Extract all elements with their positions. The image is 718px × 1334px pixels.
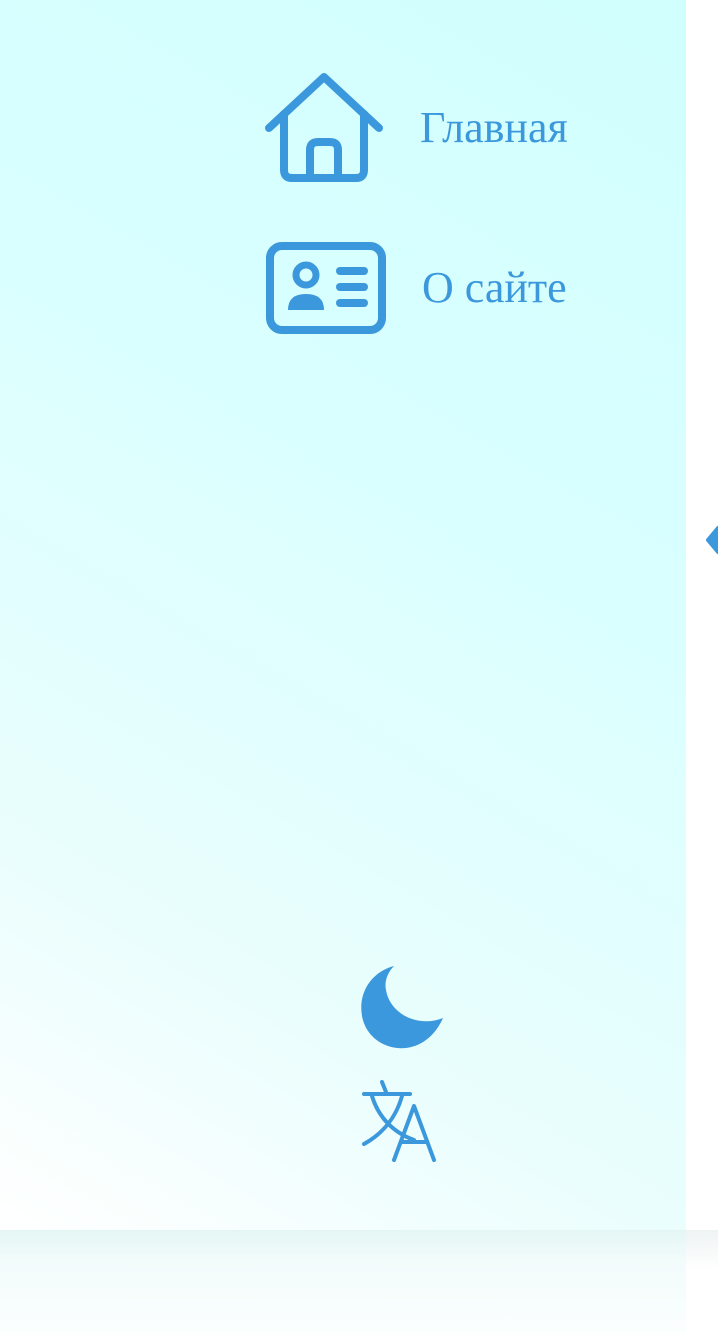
home-icon xyxy=(262,70,386,186)
sidebar-item-about[interactable]: О сайте xyxy=(264,240,584,336)
sidebar-item-label: Главная xyxy=(420,103,568,152)
moon-icon xyxy=(356,966,448,1058)
expand-arrow-icon[interactable] xyxy=(704,524,718,556)
page: Главная О сайте xyxy=(0,0,718,1334)
sidebar-item-label: О сайте xyxy=(422,263,567,312)
sidebar-item-home[interactable]: Главная xyxy=(262,70,582,186)
translate-icon xyxy=(356,1080,446,1170)
theme-toggle-button[interactable] xyxy=(356,962,448,1054)
footer-band xyxy=(0,1230,686,1334)
sidebar: Главная О сайте xyxy=(0,0,686,1230)
language-toggle-button[interactable] xyxy=(356,1076,446,1166)
id-card-icon xyxy=(264,240,388,336)
